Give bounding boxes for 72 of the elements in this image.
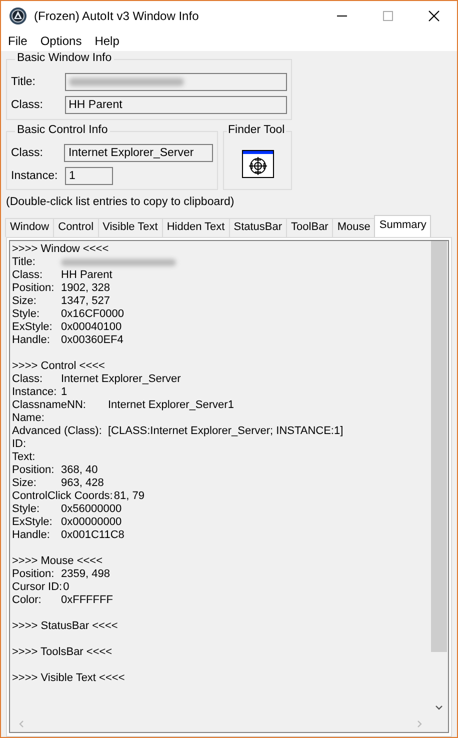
list-label: ExStyle: [12, 516, 54, 529]
group-title: Basic Window Info [15, 52, 114, 64]
text-field[interactable]: 1 [65, 166, 113, 185]
section-heading: >>>> StatusBar <<<< [12, 620, 118, 632]
maximize-icon[interactable] [382, 10, 394, 22]
field-label: Class: [11, 147, 44, 160]
list-value: 0x16CF0000 [61, 308, 124, 320]
list-value: 0x56000000 [61, 503, 122, 515]
list-label: Handle: [12, 529, 51, 542]
list-label: Class: [12, 269, 44, 282]
list-label: ClassnameNN: [12, 399, 87, 412]
list-label: Cursor ID: [12, 581, 64, 594]
section-heading: >>>> Window <<<< [12, 243, 109, 255]
list-label: Style: [12, 308, 41, 321]
list-label: ExStyle: [12, 321, 54, 334]
list-label: Position: [12, 568, 56, 581]
list-value: 0x00040100 [61, 321, 122, 333]
tab[interactable]: Window [5, 218, 54, 237]
list-value: [CLASS:Internet Explorer_Server; INSTANCE:1] [108, 425, 344, 437]
list-label: Style: [12, 503, 41, 516]
list-label: Text: [12, 451, 36, 464]
list-label: Instance: [12, 386, 58, 399]
section-heading: >>>> Visible Text <<<< [12, 672, 125, 684]
hint-text: (Double-click list entries to copy to clipboard) [6, 196, 236, 210]
list-value: 81, 79 [114, 490, 144, 502]
list-label: Position: [12, 282, 56, 295]
list-label: Size: [12, 295, 38, 308]
list-label: Title: [12, 256, 36, 269]
list-label: Advanced (Class): [12, 425, 103, 438]
text-field[interactable]: HH Parent [64, 96, 287, 114]
group-title: Basic Control Info [15, 124, 110, 136]
section-heading: >>>> Mouse <<<< [12, 555, 103, 567]
field-label: Class: [11, 99, 44, 112]
list-label: Color: [12, 594, 42, 607]
window-title: (Frozen) AutoIt v3 Window Info [34, 9, 199, 23]
list-value: 2359, 498 [61, 568, 110, 580]
menu-item[interactable]: Help [94, 34, 120, 48]
app-logo-icon [9, 7, 27, 25]
list-value: 368, 40 [61, 464, 98, 476]
list-value: 1347, 527 [61, 295, 110, 307]
menu-item[interactable]: File [8, 34, 28, 48]
close-icon[interactable] [428, 10, 440, 22]
crosshair-icon[interactable] [242, 150, 274, 178]
scroll-down-icon[interactable] [435, 705, 443, 711]
list-value: 0 [63, 581, 70, 593]
tab[interactable]: Summary [374, 215, 432, 237]
blurred-field[interactable] [64, 72, 287, 91]
list-value: Internet Explorer_Server [61, 373, 181, 385]
list-label: ID: [12, 438, 28, 451]
list-value: 0x00000000 [61, 516, 122, 528]
menu-item[interactable]: Options [40, 34, 82, 48]
section-heading: >>>> ToolsBar <<<< [12, 646, 112, 658]
list-value: HH Parent [61, 269, 112, 281]
list-value: 0x00360EF4 [61, 334, 124, 346]
list-label: Name: [12, 412, 46, 425]
summary-list[interactable] [9, 240, 449, 733]
list-label: Size: [12, 477, 38, 490]
list-label: ControlClick Coords: [12, 490, 114, 503]
list-value: 963, 428 [61, 477, 104, 489]
list-value: 1 [61, 386, 68, 398]
list-value: 1902, 328 [61, 282, 110, 294]
section-heading: >>>> Control <<<< [12, 360, 105, 372]
list-value: 0xFFFFFF [61, 594, 113, 606]
list-label: Class: [12, 373, 44, 386]
text-field[interactable]: Internet Explorer_Server [64, 144, 213, 162]
field-label: Instance: [11, 170, 59, 182]
group-title: Finder Tool [227, 124, 286, 136]
list-value: Internet Explorer_Server1 [108, 399, 234, 411]
list-label: Handle: [12, 334, 51, 347]
field-label: Title: [11, 76, 36, 88]
list-value: 0x001C11C8 [61, 529, 124, 541]
list-label: Position: [12, 464, 56, 477]
